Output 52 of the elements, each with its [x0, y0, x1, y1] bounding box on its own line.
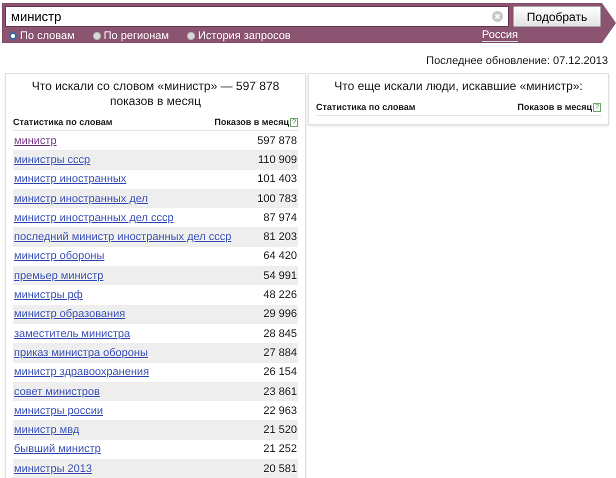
- phrase-link[interactable]: министры 2013: [14, 462, 92, 475]
- phrase-link[interactable]: министр обороны: [14, 250, 104, 262]
- column-header: Статистика по словам: [13, 117, 112, 127]
- search-field[interactable]: министр: [5, 6, 509, 27]
- phrase-link[interactable]: министр образования: [14, 308, 126, 320]
- radio-label[interactable]: По регионам: [104, 30, 169, 42]
- count-cell: 64 420: [263, 250, 297, 262]
- count-cell: 26 154: [263, 366, 297, 378]
- phrase-link[interactable]: министры россии: [14, 404, 104, 417]
- submit-button[interactable]: Подобрать: [513, 6, 601, 27]
- count-cell: 22 963: [263, 404, 297, 417]
- count-cell: 28 845: [263, 328, 297, 340]
- last-update-text: Последнее обновление: 07.12.2013: [425, 55, 608, 67]
- count-cell: 23 861: [263, 386, 297, 398]
- phrase-link[interactable]: министр здравоохранения: [14, 366, 150, 378]
- count-cell: 48 226: [263, 289, 297, 302]
- count-cell: 87 974: [263, 212, 297, 224]
- phrase-link[interactable]: совет министров: [14, 386, 100, 398]
- radio-button[interactable]: [9, 32, 17, 40]
- phrase-link[interactable]: министры ссср: [14, 154, 90, 166]
- phrase-link[interactable]: премьер министр: [14, 270, 104, 282]
- count-cell: 81 203: [263, 231, 297, 244]
- phrase-link[interactable]: министр иностранных: [14, 173, 126, 186]
- panel-title: Что искали со словом «министр» — 597 878 показов в месяц: [30, 78, 280, 109]
- radio-button[interactable]: [92, 32, 101, 40]
- count-cell: 29 996: [263, 308, 297, 320]
- phrase-link[interactable]: последний министр иностранных дел ссср: [14, 231, 232, 244]
- count-cell: 20 581: [263, 462, 297, 475]
- count-cell: 54 991: [263, 270, 297, 282]
- count-cell: 100 783: [257, 192, 297, 205]
- phrase-link[interactable]: министр: [14, 134, 57, 147]
- column-header: Показов в месяц: [214, 117, 290, 127]
- phrase-link[interactable]: приказ министра обороны: [14, 346, 148, 359]
- count-cell: 101 403: [257, 173, 297, 186]
- count-cell: 110 909: [258, 154, 297, 166]
- phrase-link[interactable]: бывший министр: [14, 443, 101, 456]
- column-header: Статистика по словам: [316, 102, 416, 112]
- count-cell: 21 252: [263, 443, 297, 456]
- phrase-link[interactable]: министр иностранных дел: [14, 192, 148, 205]
- radio-label[interactable]: По словам: [20, 30, 75, 42]
- region-link[interactable]: Россия: [482, 30, 518, 42]
- phrase-link[interactable]: министр иностранных дел ссср: [14, 212, 174, 224]
- count-cell: 27 884: [263, 346, 297, 359]
- phrase-link[interactable]: министр мвд: [14, 424, 80, 436]
- phrase-link[interactable]: министры рф: [14, 289, 83, 302]
- radio-button[interactable]: [187, 32, 195, 40]
- column-header: Показов в месяц: [517, 102, 592, 112]
- phrase-link[interactable]: заместитель министра: [14, 328, 130, 340]
- count-cell: 21 520: [263, 424, 297, 436]
- panel-title: Что еще искали люди, искавшие «министр»:: [333, 78, 584, 94]
- radio-label[interactable]: История запросов: [198, 30, 291, 42]
- count-cell: 597 878: [257, 134, 297, 147]
